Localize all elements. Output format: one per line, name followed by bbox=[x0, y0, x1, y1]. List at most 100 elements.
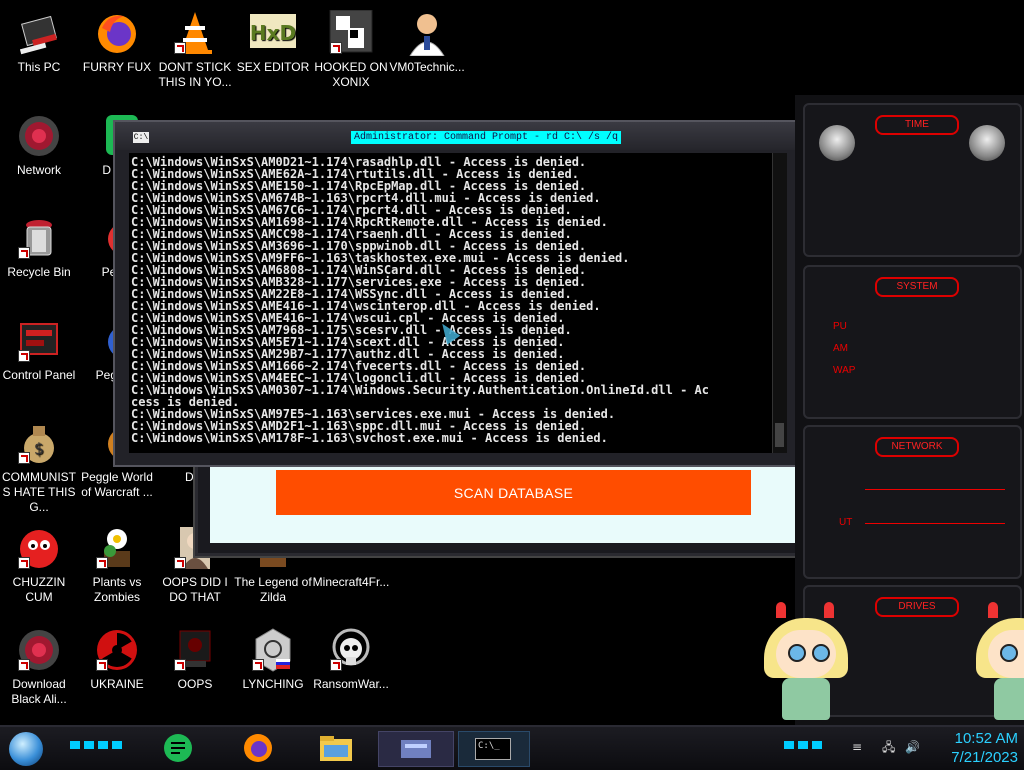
system-row-label: AM bbox=[833, 343, 848, 354]
shortcut-arrow-icon bbox=[252, 659, 264, 671]
lynching-icon bbox=[250, 627, 296, 673]
desktop-icon-vm0technic[interactable]: VM0Technic... bbox=[388, 10, 466, 75]
scan-database-button[interactable]: SCAN DATABASE bbox=[276, 470, 751, 515]
desktop: This PC Network Recycle Bin Control Pane… bbox=[0, 0, 1024, 725]
desktop-icon-network[interactable]: Network bbox=[0, 113, 78, 178]
command-prompt-scrollbar[interactable] bbox=[772, 153, 787, 453]
desktop-icon-label: OOPS DID I DO THAT bbox=[162, 575, 228, 604]
desktop-icon-vlc[interactable]: DONT STICK THIS IN YO... bbox=[156, 10, 234, 90]
desktop-icon-recycle-bin[interactable]: Recycle Bin bbox=[0, 215, 78, 280]
cmd-icon-text: C:\_ bbox=[475, 738, 511, 760]
cmd-system-icon[interactable]: C:\ bbox=[133, 132, 149, 143]
taskbar-clock[interactable]: 10:52 AM 7/21/2023 bbox=[951, 729, 1018, 767]
taskbar-decoration bbox=[784, 741, 824, 749]
command-prompt-window[interactable]: C:\ Administrator: Command Prompt - rd C… bbox=[113, 120, 814, 467]
money-bag-icon: $ bbox=[16, 420, 62, 466]
desktop-icon-ukraine[interactable]: UKRAINE bbox=[78, 627, 156, 692]
scrollbar-thumb[interactable] bbox=[775, 423, 784, 447]
recycle-bin-icon bbox=[16, 215, 62, 261]
desktop-icon-label: CHUZZIN CUM bbox=[12, 575, 66, 604]
desktop-icon-lynching[interactable]: LYNCHING bbox=[234, 627, 312, 692]
svg-text:HxD: HxD bbox=[250, 21, 296, 45]
desktop-icon-label: VM0Technic... bbox=[389, 60, 465, 74]
desktop-icon-chuzzin[interactable]: CHUZZIN CUM bbox=[0, 525, 78, 605]
network-graph-line bbox=[865, 523, 1005, 524]
taskbar-file-explorer-icon[interactable] bbox=[316, 731, 356, 765]
shortcut-arrow-icon bbox=[18, 247, 30, 259]
taskbar-command-prompt-icon[interactable]: C:\_ bbox=[458, 731, 530, 767]
hex-editor-icon: HxD bbox=[250, 10, 296, 56]
desktop-icon-ransomware[interactable]: RansomWar... bbox=[312, 627, 390, 692]
desktop-icon-oops[interactable]: OOPS bbox=[156, 627, 234, 692]
desktop-icon-label: Recycle Bin bbox=[7, 265, 71, 279]
cartoon-character-image bbox=[758, 600, 854, 722]
shortcut-arrow-icon bbox=[18, 452, 30, 464]
desktop-icon-this-pc[interactable]: This PC bbox=[0, 10, 78, 75]
gadget-system-panel: SYSTEM PU AM WAP bbox=[803, 265, 1022, 419]
desktop-icon-sex-editor[interactable]: HxD SEX EDITOR bbox=[234, 10, 312, 75]
command-output-text: C:\Windows\WinSxS\AM0D21~1.174\rasadhlp.… bbox=[129, 153, 772, 444]
oops-icon bbox=[172, 627, 218, 673]
desktop-icon-label: HOOKED ON XONIX bbox=[314, 60, 388, 89]
command-prompt-titlebar[interactable]: C:\ Administrator: Command Prompt - rd C… bbox=[115, 122, 812, 150]
desktop-icon-label: COMMUNISTS HATE THIS G... bbox=[2, 470, 76, 514]
shortcut-arrow-icon bbox=[174, 557, 186, 569]
shortcut-arrow-icon bbox=[96, 659, 108, 671]
desktop-icon-control-panel[interactable]: Control Panel bbox=[0, 318, 78, 383]
firefox-icon bbox=[94, 10, 140, 56]
shortcut-arrow-icon bbox=[174, 42, 186, 54]
alien-head-icon bbox=[969, 125, 1005, 161]
control-panel-icon bbox=[16, 318, 62, 364]
desktop-icon-furry-fux[interactable]: FURRY FUX bbox=[78, 10, 156, 75]
volume-tray-icon[interactable]: 🔊 bbox=[905, 741, 920, 753]
network-tray-icon[interactable]: 🖧 bbox=[882, 741, 896, 753]
desktop-icon-label: Control Panel bbox=[2, 368, 76, 382]
desktop-icon-label: Peggle World of Warcraft ... bbox=[81, 470, 153, 499]
gadget-system-label: SYSTEM bbox=[875, 277, 959, 297]
plants-zombies-icon bbox=[94, 525, 140, 571]
desktop-icon-hooked-on-xonix[interactable]: HOOKED ON XONIX bbox=[312, 9, 390, 90]
desktop-icon-label: OOPS bbox=[177, 677, 213, 691]
character-eye bbox=[812, 644, 830, 662]
desktop-icon-download-black-alien[interactable]: Download Black Ali... bbox=[0, 627, 78, 707]
desktop-icon-communists[interactable]: $ COMMUNISTS HATE THIS G... bbox=[0, 420, 78, 515]
skull-icon bbox=[328, 627, 374, 673]
chuzzle-icon bbox=[16, 525, 62, 571]
gadget-drives-label: DRIVES bbox=[875, 597, 959, 617]
taskbar-notes-icon[interactable] bbox=[158, 731, 198, 765]
xonix-game-icon bbox=[328, 9, 374, 56]
gadget-network-label: NETWORK bbox=[875, 437, 959, 457]
svg-text:$: $ bbox=[34, 439, 44, 458]
alien-head-icon bbox=[819, 125, 855, 161]
desktop-icon-label: Minecraft4Fr... bbox=[312, 575, 390, 589]
taskbar-firefox-icon[interactable] bbox=[238, 731, 278, 765]
taskbar-control-panel-icon[interactable] bbox=[378, 731, 454, 767]
shortcut-arrow-icon bbox=[330, 659, 342, 671]
shortcut-arrow-icon bbox=[174, 659, 186, 671]
clock-date: 7/21/2023 bbox=[951, 749, 1018, 766]
devil-horn-icon bbox=[824, 602, 834, 618]
command-prompt-output[interactable]: C:\Windows\WinSxS\AM0D21~1.174\rasadhlp.… bbox=[129, 153, 772, 453]
network-row-label: UT bbox=[839, 517, 853, 528]
desktop-icon-label: RansomWar... bbox=[313, 677, 389, 691]
vlc-cone-icon bbox=[172, 10, 218, 56]
gadget-network-panel: NETWORK UT bbox=[803, 425, 1022, 579]
network-graph-line bbox=[865, 489, 1005, 490]
character-body bbox=[782, 678, 830, 720]
gadget-time-label: TIME bbox=[875, 115, 959, 135]
devil-horn-icon bbox=[988, 602, 998, 618]
start-orb-icon[interactable] bbox=[9, 732, 43, 766]
desktop-icon-label: LYNCHING bbox=[242, 677, 304, 691]
doctor-icon bbox=[404, 10, 450, 57]
clock-time: 10:52 AM bbox=[954, 730, 1018, 747]
radiation-icon bbox=[94, 627, 140, 673]
tray-chevron-icon[interactable]: ≡ bbox=[852, 741, 866, 753]
desktop-icon-plants-vs-zombies[interactable]: Plants vs Zombies bbox=[78, 525, 156, 605]
desktop-icon-label: SEX EDITOR bbox=[236, 60, 310, 74]
desktop-icon-label: Plants vs Zombies bbox=[92, 575, 142, 604]
alien-download-icon bbox=[16, 627, 62, 673]
taskbar: C:\_ ≡ 🖧 🔊 10:52 AM 7/21/2023 bbox=[0, 725, 1024, 770]
shortcut-arrow-icon bbox=[18, 659, 30, 671]
shortcut-arrow-icon bbox=[96, 557, 108, 569]
character-eye bbox=[788, 644, 806, 662]
